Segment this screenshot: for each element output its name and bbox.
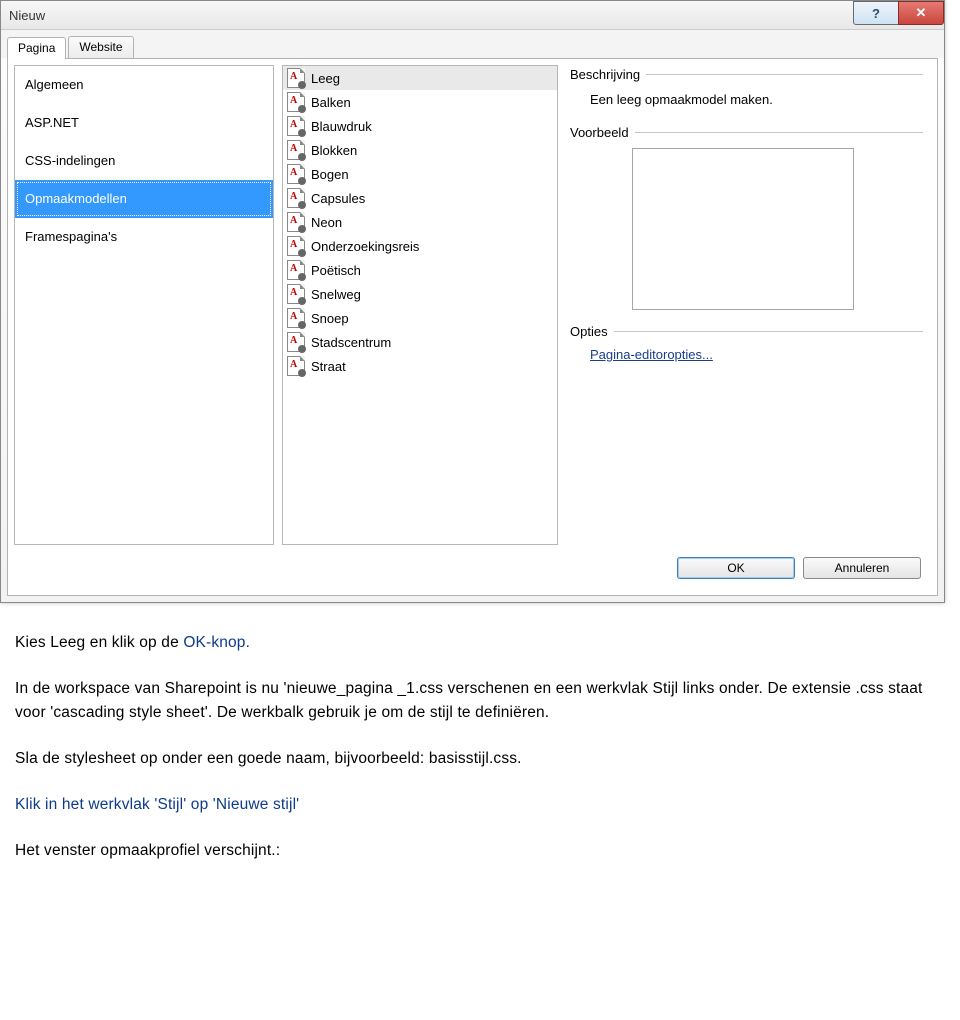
template-item[interactable]: A Bogen: [283, 162, 557, 186]
template-item[interactable]: A Capsules: [283, 186, 557, 210]
titlebar: Nieuw ? ✕: [1, 1, 944, 30]
instr-p5: Het venster opmaakprofiel verschijnt.:: [15, 839, 942, 863]
css-file-icon: A: [287, 356, 305, 376]
template-item-label: Snelweg: [311, 287, 361, 302]
template-item-label: Balken: [311, 95, 351, 110]
description-text: Een leeg opmaakmodel maken.: [570, 84, 923, 125]
help-button[interactable]: ?: [853, 1, 899, 25]
button-bar: OK Annuleren: [14, 545, 931, 589]
cat-opmaakmodellen[interactable]: Opmaakmodellen: [15, 180, 273, 218]
css-file-icon: A: [287, 164, 305, 184]
css-file-icon: A: [287, 260, 305, 280]
template-item-label: Capsules: [311, 191, 365, 206]
css-file-icon: A: [287, 68, 305, 88]
template-item[interactable]: A Balken: [283, 90, 557, 114]
preview-box: [632, 148, 854, 310]
css-file-icon: A: [287, 284, 305, 304]
details-panel: Beschrijving Een leeg opmaakmodel maken.…: [566, 65, 931, 545]
ok-button[interactable]: OK: [677, 557, 795, 579]
preview-label: Voorbeeld: [570, 125, 923, 140]
cat-aspnet[interactable]: ASP.NET: [15, 104, 273, 142]
dialog-title: Nieuw: [1, 8, 45, 23]
template-item-label: Straat: [311, 359, 346, 374]
description-label-text: Beschrijving: [570, 67, 640, 82]
instr-p1b: OK-knop.: [183, 634, 250, 651]
template-item-label: Onderzoekingsreis: [311, 239, 419, 254]
new-dialog: Nieuw ? ✕ Pagina Website Algemeen ASP.NE…: [0, 0, 945, 603]
window-buttons: ? ✕: [854, 1, 944, 25]
tabpage: Algemeen ASP.NET CSS-indelingen Opmaakmo…: [7, 58, 938, 596]
template-item-label: Snoep: [311, 311, 349, 326]
page-editor-options-link[interactable]: Pagina-editoropties...: [570, 341, 923, 368]
css-file-icon: A: [287, 140, 305, 160]
template-item[interactable]: A Blauwdruk: [283, 114, 557, 138]
instr-p2: In de workspace van Sharepoint is nu 'ni…: [15, 677, 942, 725]
template-item-label: Leeg: [311, 71, 340, 86]
css-file-icon: A: [287, 332, 305, 352]
options-label: Opties: [570, 324, 923, 339]
tab-pagina[interactable]: Pagina: [7, 37, 66, 59]
cancel-button[interactable]: Annuleren: [803, 557, 921, 579]
css-file-icon: A: [287, 212, 305, 232]
template-item[interactable]: A Snelweg: [283, 282, 557, 306]
instructions: Kies Leeg en klik op de OK-knop. In de w…: [0, 603, 960, 903]
tabstrip: Pagina Website: [1, 30, 944, 58]
template-item[interactable]: A Leeg: [283, 66, 557, 90]
template-item[interactable]: A Poëtisch: [283, 258, 557, 282]
css-file-icon: A: [287, 308, 305, 328]
cat-css-indelingen[interactable]: CSS-indelingen: [15, 142, 273, 180]
css-file-icon: A: [287, 116, 305, 136]
cat-framespaginas[interactable]: Framespagina's: [15, 218, 273, 256]
template-item[interactable]: A Straat: [283, 354, 557, 378]
css-file-icon: A: [287, 236, 305, 256]
options-label-text: Opties: [570, 324, 608, 339]
css-file-icon: A: [287, 92, 305, 112]
template-item[interactable]: A Neon: [283, 210, 557, 234]
template-item-label: Blauwdruk: [311, 119, 372, 134]
close-button[interactable]: ✕: [898, 1, 944, 25]
instr-p4: Klik in het werkvlak 'Stijl' op 'Nieuwe …: [15, 793, 942, 817]
tab-website[interactable]: Website: [68, 36, 133, 58]
instr-p3: Sla de stylesheet op onder een goede naa…: [15, 747, 942, 771]
description-label: Beschrijving: [570, 67, 923, 82]
instr-p1: Kies Leeg en klik op de OK-knop.: [15, 631, 942, 655]
template-item[interactable]: A Blokken: [283, 138, 557, 162]
template-list[interactable]: A Leeg A Balken A Blauwdruk A Blokken A Bogen A Cap…: [282, 65, 558, 545]
template-item[interactable]: A Stadscentrum: [283, 330, 557, 354]
template-item-label: Blokken: [311, 143, 357, 158]
category-list[interactable]: Algemeen ASP.NET CSS-indelingen Opmaakmo…: [14, 65, 274, 545]
css-file-icon: A: [287, 188, 305, 208]
template-item-label: Neon: [311, 215, 342, 230]
template-item[interactable]: A Snoep: [283, 306, 557, 330]
template-item[interactable]: A Onderzoekingsreis: [283, 234, 557, 258]
preview-label-text: Voorbeeld: [570, 125, 629, 140]
cat-algemeen[interactable]: Algemeen: [15, 66, 273, 104]
instr-p1a: Kies Leeg en klik op de: [15, 634, 183, 651]
template-item-label: Bogen: [311, 167, 349, 182]
template-item-label: Stadscentrum: [311, 335, 391, 350]
template-item-label: Poëtisch: [311, 263, 361, 278]
